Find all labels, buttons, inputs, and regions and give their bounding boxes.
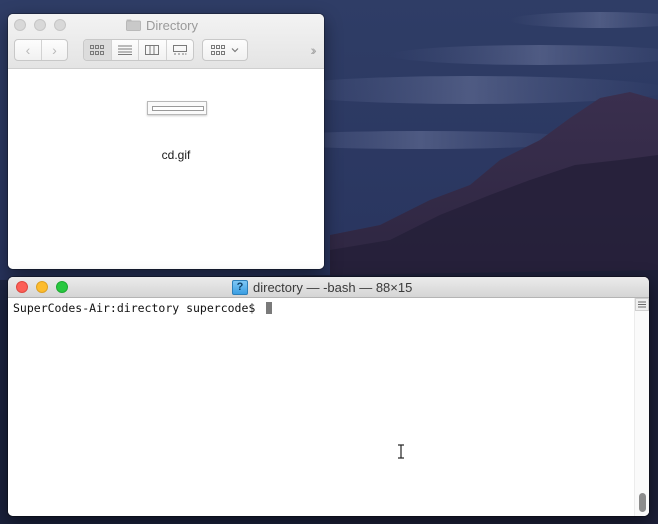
icon-view-button[interactable] [84, 40, 111, 60]
gallery-view-button[interactable] [165, 40, 194, 60]
shell-prompt-line[interactable]: SuperCodes-Air:directory supercode$ [13, 301, 273, 315]
terminal-window[interactable]: ? directory — -bash — 88×15 SuperCodes-A… [8, 277, 649, 516]
group-arrange-button[interactable] [202, 39, 248, 61]
minimize-button[interactable] [34, 19, 46, 31]
block-cursor-icon [266, 302, 273, 314]
file-name-label[interactable]: cd.gif [126, 148, 226, 162]
split-pane-button[interactable] [635, 298, 649, 311]
document-proxy-icon[interactable]: ? [232, 279, 248, 295]
gif-thumbnail-icon[interactable] [147, 101, 207, 115]
close-button[interactable] [14, 19, 26, 31]
double-chevron-right-icon: ›› [310, 42, 317, 58]
toolbar-overflow-button[interactable]: ›› [304, 40, 320, 60]
finder-titlebar[interactable]: Directory ‹ › ›› [8, 14, 324, 69]
ibeam-cursor-icon [398, 444, 404, 459]
finder-content-area[interactable]: cd.gif [8, 69, 324, 269]
view-mode-control [83, 39, 194, 61]
forward-button[interactable]: › [40, 40, 67, 60]
list-view-button[interactable] [110, 40, 139, 60]
zoom-button[interactable] [56, 281, 68, 293]
minimize-button[interactable] [36, 281, 48, 293]
terminal-title-text: directory — -bash — 88×15 [253, 279, 413, 295]
finder-window[interactable]: Directory ‹ › ›› cd.gif [8, 14, 324, 269]
chevron-right-icon: › [52, 42, 57, 58]
folder-icon [126, 19, 141, 31]
zoom-button[interactable] [54, 19, 66, 31]
column-view-icon [145, 45, 160, 55]
column-view-button[interactable] [138, 40, 166, 60]
scrollbar-thumb[interactable] [639, 493, 646, 512]
terminal-content[interactable]: SuperCodes-Air:directory supercode$ [8, 298, 649, 516]
window-title: ? directory — -bash — 88×15 [232, 279, 412, 295]
back-forward-control: ‹ › [14, 39, 68, 61]
shell-prompt: SuperCodes-Air:directory supercode$ [13, 301, 263, 315]
chevron-left-icon: ‹ [25, 42, 31, 58]
icon-view-icon [90, 45, 105, 55]
split-pane-icon [638, 301, 646, 308]
list-view-icon [117, 45, 132, 55]
close-button[interactable] [16, 281, 28, 293]
group-arrange-icon [211, 45, 225, 55]
window-title: Directory [126, 17, 198, 33]
chevron-down-icon [231, 48, 239, 53]
vertical-scrollbar[interactable] [634, 298, 649, 516]
terminal-titlebar[interactable]: ? directory — -bash — 88×15 [8, 277, 649, 298]
back-button[interactable]: ‹ [15, 40, 41, 60]
finder-title-text: Directory [146, 17, 199, 33]
gallery-view-icon [172, 45, 187, 55]
